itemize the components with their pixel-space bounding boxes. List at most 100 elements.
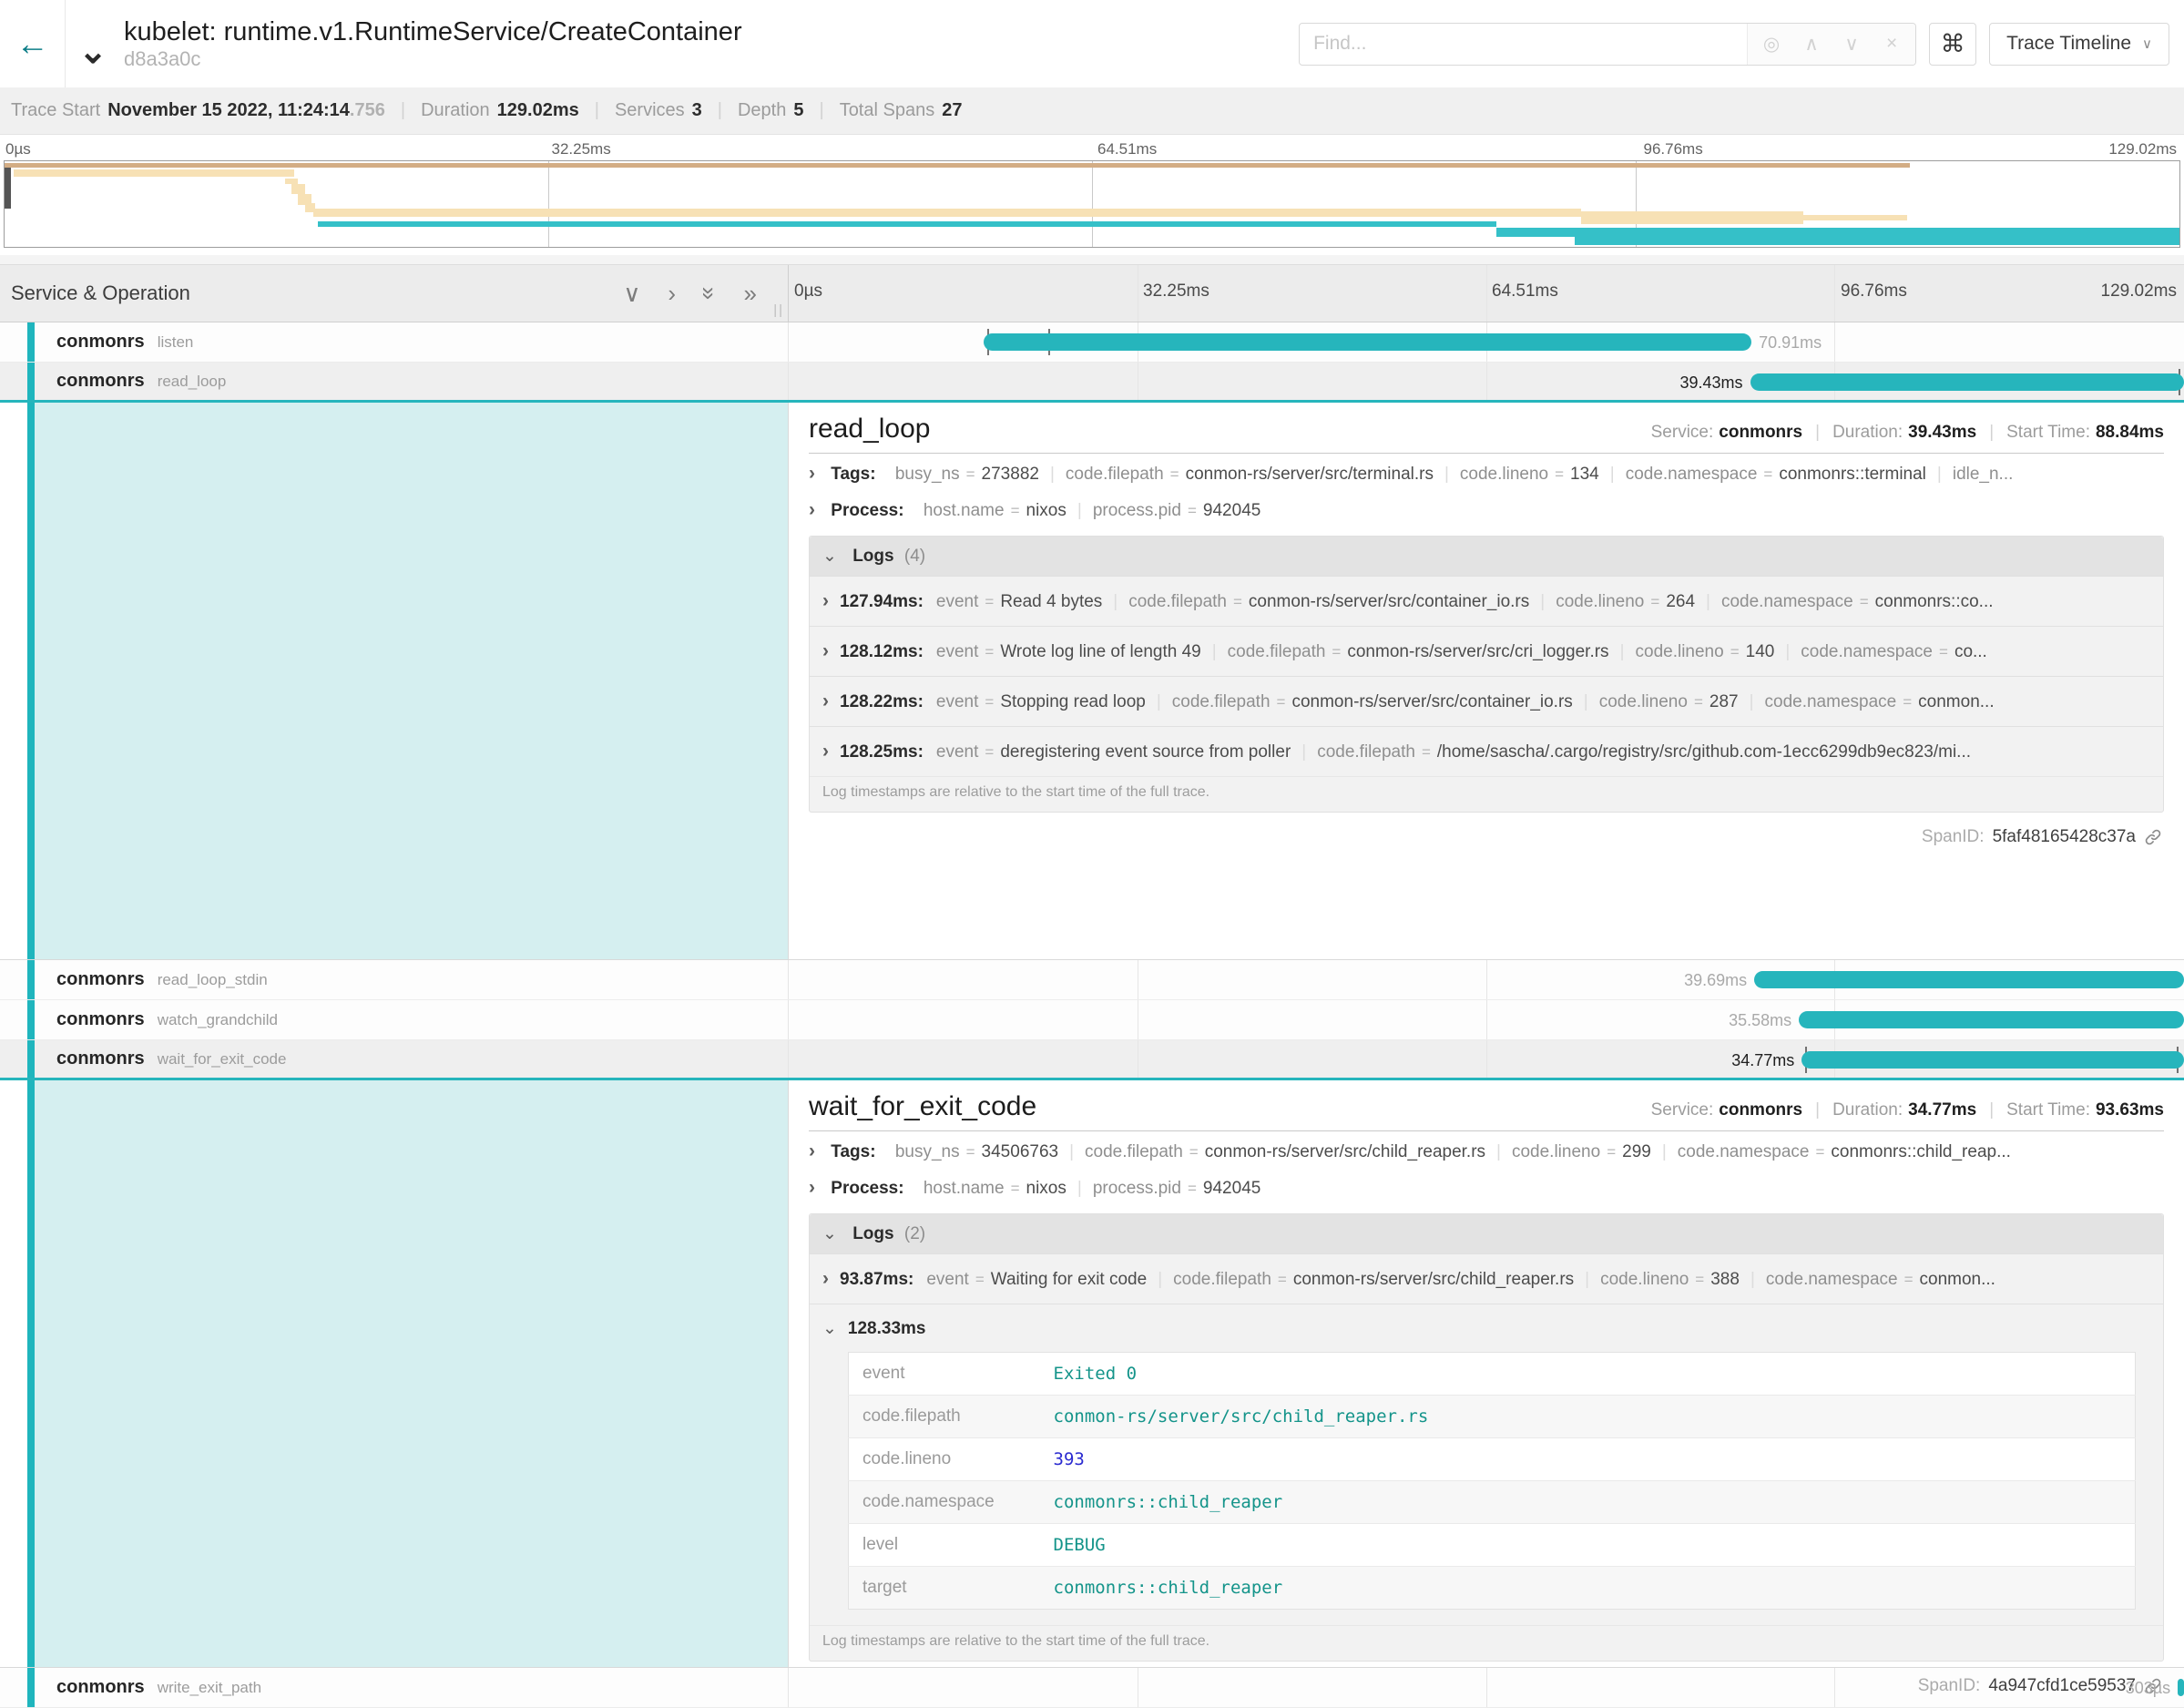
logs-header[interactable]: ⌄ Logs (2) (810, 1214, 2163, 1253)
span-row-watch-grandchild[interactable]: conmonrs watch_grandchild 35.58ms (0, 1000, 2184, 1040)
span-bar[interactable] (1801, 1051, 2184, 1069)
span-name-cell[interactable]: conmonrs wait_for_exit_code (0, 1040, 789, 1078)
span-timeline-cell[interactable]: 70.91ms (789, 322, 2184, 362)
trace-view-selector[interactable]: Trace Timeline ∨ (1989, 23, 2169, 66)
log-entry[interactable]: ›128.25ms:event=deregistering event sour… (810, 726, 2163, 776)
span-bar[interactable] (1750, 373, 2184, 391)
kv-item: event=Wrote log line of length 49 (936, 642, 1201, 661)
total-spans-value: 27 (942, 100, 962, 121)
timeline-ruler: 0µs 32.25ms 64.51ms 96.76ms 129.02ms (789, 265, 2184, 322)
log-fields: event=Stopping read loop|code.filepath=c… (936, 692, 1995, 711)
divider (809, 453, 2164, 454)
span-name-cell[interactable]: conmonrs write_exit_path (0, 1668, 789, 1707)
collapse-one-icon[interactable]: ∨ (623, 281, 640, 305)
process-row[interactable]: › Process: host.name=nixos|process.pid=9… (809, 1177, 2164, 1199)
log-entry[interactable]: ›128.22ms:event=Stopping read loop|code.… (810, 676, 2163, 726)
link-icon[interactable] (2144, 828, 2162, 846)
span-color-accent (27, 1668, 35, 1707)
separator: | (1301, 742, 1306, 762)
span-name-cell[interactable]: conmonrs listen (0, 322, 789, 362)
ruler-tick: 96.76ms (1644, 140, 1703, 159)
log-entry[interactable]: ›93.87ms:event=Waiting for exit code|cod… (810, 1253, 2163, 1304)
find-input[interactable] (1300, 24, 1747, 65)
column-resize-grip[interactable]: || (773, 302, 784, 318)
service-label: Service: (1651, 1100, 1714, 1120)
separator: | (1113, 592, 1118, 611)
span-name-cell[interactable]: conmonrs read_loop (0, 363, 789, 400)
divider: | (1989, 423, 1994, 443)
span-bar[interactable] (1799, 1011, 2184, 1028)
span-timeline-cell[interactable]: 303µs (789, 1668, 2184, 1707)
span-bar[interactable] (984, 333, 1751, 351)
tags-row[interactable]: › Tags: busy_ns=34506763|code.filepath=c… (809, 1140, 2164, 1162)
log-timestamp: 93.87ms: (840, 1270, 913, 1289)
back-button[interactable]: ← (0, 0, 66, 87)
span-duration-label: 39.43ms (1680, 373, 1743, 393)
span-name-cell[interactable]: conmonrs read_loop_stdin (0, 960, 789, 999)
minimap-span-bar (1803, 215, 1908, 220)
span-bar[interactable] (2178, 1679, 2184, 1696)
expand-one-icon[interactable]: › (668, 281, 676, 305)
trace-start-value: November 15 2022, 11:24:14 (107, 100, 350, 121)
span-bar[interactable] (1754, 971, 2184, 988)
tags-row[interactable]: › Tags: busy_ns=273882|code.filepath=con… (809, 463, 2164, 485)
separator: | (1706, 592, 1710, 611)
logs-header[interactable]: ⌄ Logs (4) (810, 537, 2163, 576)
ruler-tick: 64.51ms (1492, 281, 1558, 302)
separator: | (1540, 592, 1545, 611)
trace-minimap: 0µs 32.25ms 64.51ms 96.76ms 129.02ms (0, 135, 2184, 255)
log-fields: event=Waiting for exit code|code.filepat… (926, 1270, 1995, 1289)
span-timeline-cell[interactable]: 34.77ms (789, 1040, 2184, 1078)
operation-name: wait_for_exit_code (158, 1050, 287, 1069)
minimap-canvas[interactable] (4, 160, 2180, 248)
ruler-tick: 0µs (5, 140, 31, 159)
log-entry[interactable]: ›128.12ms:event=Wrote log line of length… (810, 626, 2163, 676)
divider (809, 1130, 2164, 1131)
process-row[interactable]: › Process: host.name=nixos|process.pid=9… (809, 499, 2164, 521)
expand-all-icon[interactable]: » (744, 281, 757, 305)
chevron-down-icon: ⌄ (822, 1224, 837, 1243)
expand-collapse-controls: ∨ › » » (623, 281, 757, 305)
log-entry[interactable]: ›127.94ms:event=Read 4 bytes|code.filepa… (810, 576, 2163, 626)
field-value: Exited 0 (1040, 1353, 2136, 1396)
span-timeline-cell[interactable]: 39.43ms (789, 363, 2184, 400)
span-row-read-loop[interactable]: conmonrs read_loop 39.43ms (0, 363, 2184, 403)
separator: | (1937, 465, 1942, 484)
span-row-write-exit-path[interactable]: conmonrs write_exit_path 303µs (0, 1668, 2184, 1708)
locate-icon[interactable]: ◎ (1751, 33, 1791, 56)
page-header: ← ⌄ kubelet: runtime.v1.RuntimeService/C… (0, 0, 2184, 87)
depth-value: 5 (793, 100, 803, 121)
log-timestamp: 127.94ms: (840, 592, 924, 611)
duration-value: 34.77ms (1908, 1100, 1976, 1120)
log-entry[interactable]: ⌄128.33mseventExited 0code.filepathconmo… (810, 1304, 2163, 1625)
span-table-header: Service & Operation ∨ › » » || 0µs 32.25… (0, 264, 2184, 322)
separator: | (1584, 692, 1588, 711)
find-next-icon[interactable]: ∨ (1832, 33, 1872, 56)
field-value: 393 (1040, 1438, 2136, 1481)
span-timeline-cell[interactable]: 39.69ms (789, 960, 2184, 999)
divider: | (1989, 1100, 1994, 1120)
clear-find-icon[interactable]: × (1872, 33, 1912, 55)
collapse-all-icon[interactable]: » (698, 287, 721, 300)
span-row-listen[interactable]: conmonrs listen 70.91ms (0, 322, 2184, 363)
separator: | (1212, 642, 1217, 661)
collapse-header-toggle[interactable]: ⌄ (66, 26, 120, 63)
chevron-down-icon: ∨ (2142, 36, 2152, 52)
span-name-cell[interactable]: conmonrs watch_grandchild (0, 1000, 789, 1039)
log-fields: event=Read 4 bytes|code.filepath=conmon-… (936, 592, 1994, 611)
span-color-accent (27, 322, 35, 362)
find-controls: ◎ ∧ ∨ × (1747, 24, 1915, 65)
log-fields-table: eventExited 0code.filepathconmon-rs/serv… (848, 1352, 2136, 1610)
find-prev-icon[interactable]: ∧ (1791, 33, 1832, 56)
divider: | (718, 100, 722, 121)
kv-item: event=deregistering event source from po… (936, 742, 1291, 762)
logs-section: ⌄ Logs (2) ›93.87ms:event=Waiting for ex… (809, 1213, 2164, 1662)
keyboard-shortcuts-button[interactable]: ⌘ (1929, 23, 1976, 66)
span-row-read-loop-stdin[interactable]: conmonrs read_loop_stdin 39.69ms (0, 960, 2184, 1000)
services-label: Services (615, 100, 685, 121)
chevron-right-icon: › (809, 499, 815, 520)
span-timeline-cell[interactable]: 35.58ms (789, 1000, 2184, 1039)
span-row-wait-for-exit-code[interactable]: conmonrs wait_for_exit_code 34.77ms (0, 1040, 2184, 1080)
service-name: conmonrs (56, 1009, 145, 1030)
kv-item: code.lineno=134 (1460, 465, 1599, 484)
